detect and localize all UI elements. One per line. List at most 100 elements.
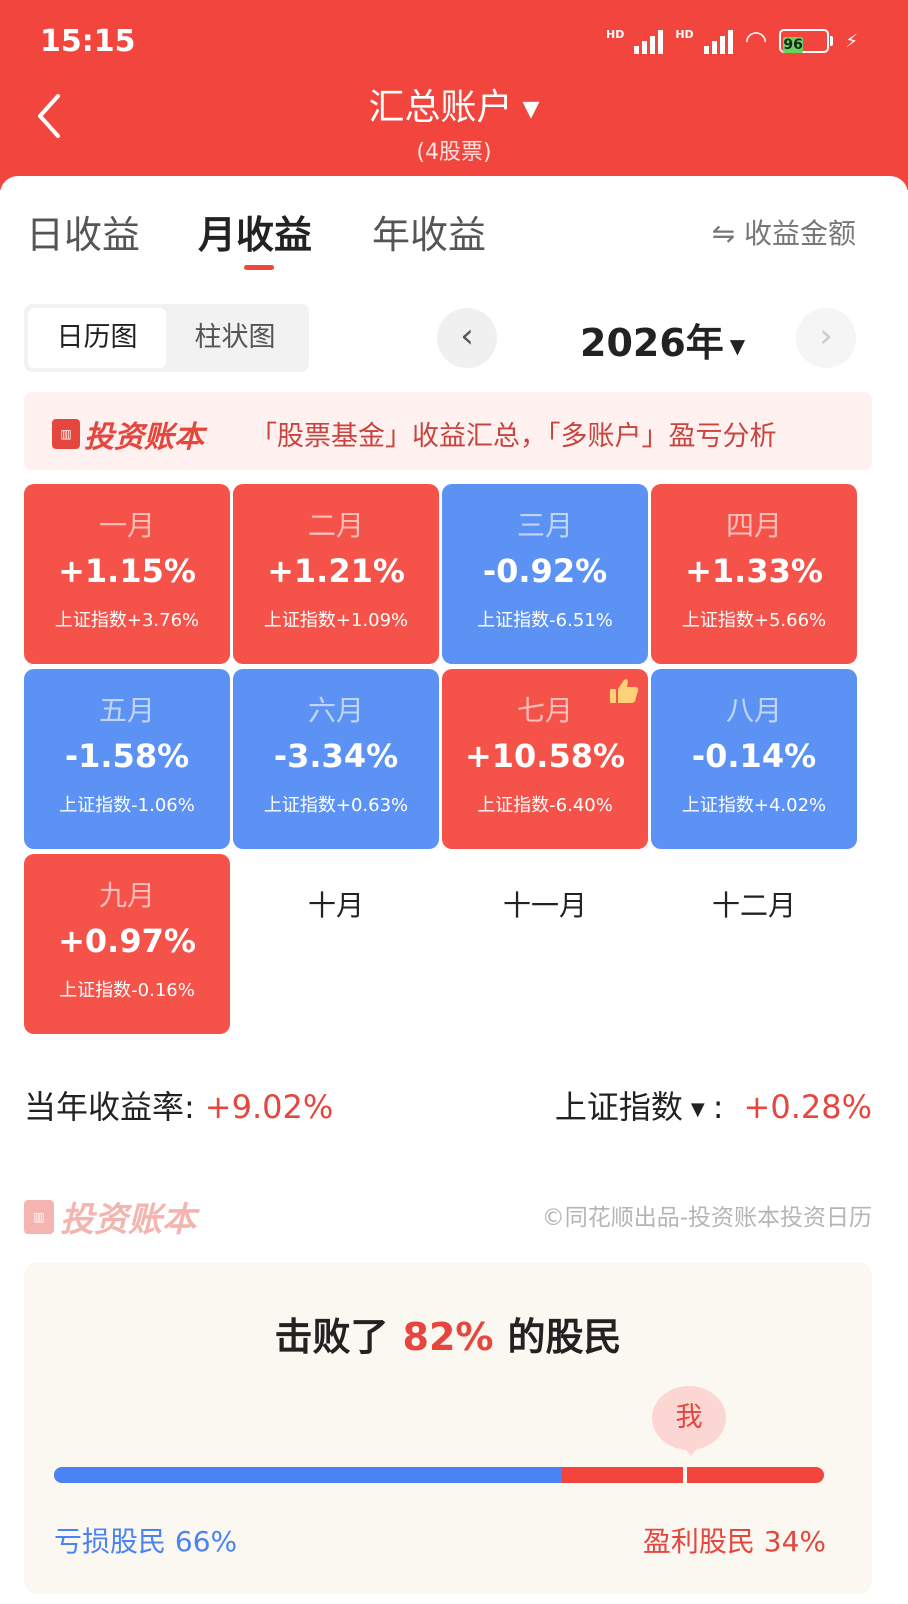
income-amount-toggle[interactable]: ⇋ 收益金额 <box>712 212 856 252</box>
month-return: +1.33% <box>685 552 823 590</box>
month-label: 六月 <box>307 694 364 727</box>
yearly-return-summary: 当年收益率: +9.02% <box>24 1082 333 1128</box>
logo-text: 投资账本 <box>84 420 204 455</box>
month-return: +1.21% <box>267 552 405 590</box>
wifi-icon: ◠ <box>744 26 768 56</box>
month-label: 十月 <box>307 889 364 922</box>
promo-banner[interactable]: ▥ 投资账本 「股票基金」收益汇总，「多账户」盈亏分析 <box>24 392 872 470</box>
month-index-return: 上证指数-1.06% <box>59 795 195 816</box>
month-index-return: 上证指数-6.40% <box>477 795 613 816</box>
me-marker-bubble: 我 <box>652 1386 726 1450</box>
ranking-title: 击败了 82% 的股民 <box>24 1306 872 1361</box>
bar-chart-view-button[interactable]: 柱状图 <box>166 308 304 368</box>
loss-segment <box>54 1467 563 1483</box>
status-time: 15:15 <box>40 24 136 59</box>
month-label: 二月 <box>307 509 364 542</box>
account-selector[interactable]: 汇总账户 ▼ <box>0 78 908 130</box>
signal-icon <box>634 28 664 54</box>
month-return: +1.15% <box>58 552 196 590</box>
logo-text: 投资账本 <box>60 1200 196 1240</box>
status-icons: HD HD ◠ 96 ⚡ <box>606 28 858 54</box>
month-cell-feb[interactable]: 二月 +1.21% 上证指数+1.09% <box>233 484 439 664</box>
month-label: 一月 <box>98 509 155 542</box>
battery-icon: 96 <box>779 29 834 53</box>
month-cell-mar[interactable]: 三月 -0.92% 上证指数-6.51% <box>442 484 648 664</box>
calendar-view-button[interactable]: 日历图 <box>28 308 166 368</box>
month-cell-jun[interactable]: 六月 -3.34% 上证指数+0.63% <box>233 669 439 849</box>
month-return: -0.92% <box>482 552 608 590</box>
month-cell-sep[interactable]: 九月 +0.97% 上证指数-0.16% <box>24 854 230 1034</box>
month-label: 五月 <box>98 694 155 727</box>
month-cell-dec[interactable]: 十二月 <box>651 854 857 1034</box>
month-label: 四月 <box>725 509 782 542</box>
profit-investors-label: 盈利股民 34% <box>642 1525 826 1558</box>
signal-icon-2 <box>703 28 733 54</box>
month-label: 十一月 <box>502 889 587 922</box>
view-toggle: 日历图 柱状图 <box>24 304 309 372</box>
chevron-left-icon: ‹ <box>460 316 474 356</box>
month-label: 九月 <box>98 879 155 912</box>
month-cell-oct[interactable]: 十月 <box>233 854 439 1034</box>
month-index-return: 上证指数+0.63% <box>263 795 409 816</box>
banner-logo: ▥ 投资账本 <box>52 412 204 456</box>
month-label: 三月 <box>516 509 573 542</box>
month-index-return: 上证指数+4.02% <box>681 795 827 816</box>
index-selector-label: 上证指数 <box>554 1088 683 1126</box>
battery-level: 96 <box>783 37 803 53</box>
month-index-return: 上证指数+5.66% <box>681 610 827 631</box>
month-cell-aug[interactable]: 八月 -0.14% 上证指数+4.02% <box>651 669 857 849</box>
chevron-right-icon: › <box>819 316 833 356</box>
ranking-suffix: 的股民 <box>507 1315 622 1359</box>
index-return-value: +0.28% <box>743 1088 872 1126</box>
banner-text: 「股票基金」收益汇总，「多账户」盈亏分析 <box>250 421 777 452</box>
app-header: 15:15 HD HD ◠ 96 ⚡ 汇总账户 ▼ (4股票) <box>0 0 908 190</box>
dropdown-caret-icon: ▼ <box>690 1098 705 1120</box>
charging-icon: ⚡ <box>845 30 858 52</box>
month-cell-nov[interactable]: 十一月 <box>442 854 648 1034</box>
month-cell-apr[interactable]: 四月 +1.33% 上证指数+5.66% <box>651 484 857 664</box>
month-label: 十二月 <box>711 889 796 922</box>
copyright-text: ©同花顺出品-投资账本投资日历 <box>541 1205 872 1231</box>
hd-label-2: HD <box>675 28 694 41</box>
year-label: 2026年 <box>580 321 724 365</box>
tab-yearly[interactable]: 年收益 <box>372 204 486 259</box>
year-selector[interactable]: 2026年 ▼ <box>580 312 745 367</box>
yearly-return-label: 当年收益率: <box>24 1088 195 1126</box>
page-title: 汇总账户 <box>368 87 513 128</box>
month-label: 八月 <box>725 694 782 727</box>
month-cell-jul[interactable]: 七月 +10.58% 上证指数-6.40% <box>442 669 648 849</box>
month-return: -0.14% <box>691 737 817 775</box>
month-index-return: 上证指数+1.09% <box>263 610 409 631</box>
ranking-percent: 82% <box>402 1315 494 1359</box>
active-tab-indicator <box>244 265 274 270</box>
me-marker-tail <box>683 1446 699 1456</box>
index-colon: : <box>712 1088 724 1126</box>
month-cell-jan[interactable]: 一月 +1.15% 上证指数+3.76% <box>24 484 230 664</box>
me-position-marker <box>683 1467 688 1483</box>
tab-daily[interactable]: 日收益 <box>26 204 140 259</box>
watermark-logo: ▥ 投资账本 <box>24 1192 196 1241</box>
profit-loss-bar <box>54 1467 824 1483</box>
month-index-return: 上证指数-0.16% <box>59 980 195 1001</box>
month-label: 七月 <box>516 694 573 727</box>
next-year-button[interactable]: › <box>796 308 856 368</box>
loss-investors-label: 亏损股民 66% <box>54 1525 238 1558</box>
ledger-logo-icon: ▥ <box>52 419 80 449</box>
ranking-prefix: 击败了 <box>274 1315 389 1359</box>
dropdown-caret-icon: ▼ <box>729 333 746 358</box>
month-return: -3.34% <box>273 737 399 775</box>
ledger-logo-icon: ▥ <box>24 1199 54 1234</box>
month-index-return: 上证指数+3.76% <box>54 610 200 631</box>
month-return: +10.58% <box>464 737 626 775</box>
page-subtitle: (4股票) <box>416 140 492 165</box>
ranking-card: 击败了 82% 的股民 我 亏损股民 66% 盈利股民 34% <box>24 1262 872 1594</box>
month-cell-may[interactable]: 五月 -1.58% 上证指数-1.06% <box>24 669 230 849</box>
dropdown-caret-icon: ▼ <box>522 96 540 122</box>
month-index-return: 上证指数-6.51% <box>477 610 613 631</box>
index-return-summary[interactable]: 上证指数 ▼: +0.28% <box>555 1082 872 1128</box>
prev-year-button[interactable]: ‹ <box>437 308 497 368</box>
month-return: -1.58% <box>64 737 190 775</box>
hd-label: HD <box>605 28 625 41</box>
tab-monthly[interactable]: 月收益 <box>198 204 312 259</box>
month-return: +0.97% <box>58 922 196 960</box>
